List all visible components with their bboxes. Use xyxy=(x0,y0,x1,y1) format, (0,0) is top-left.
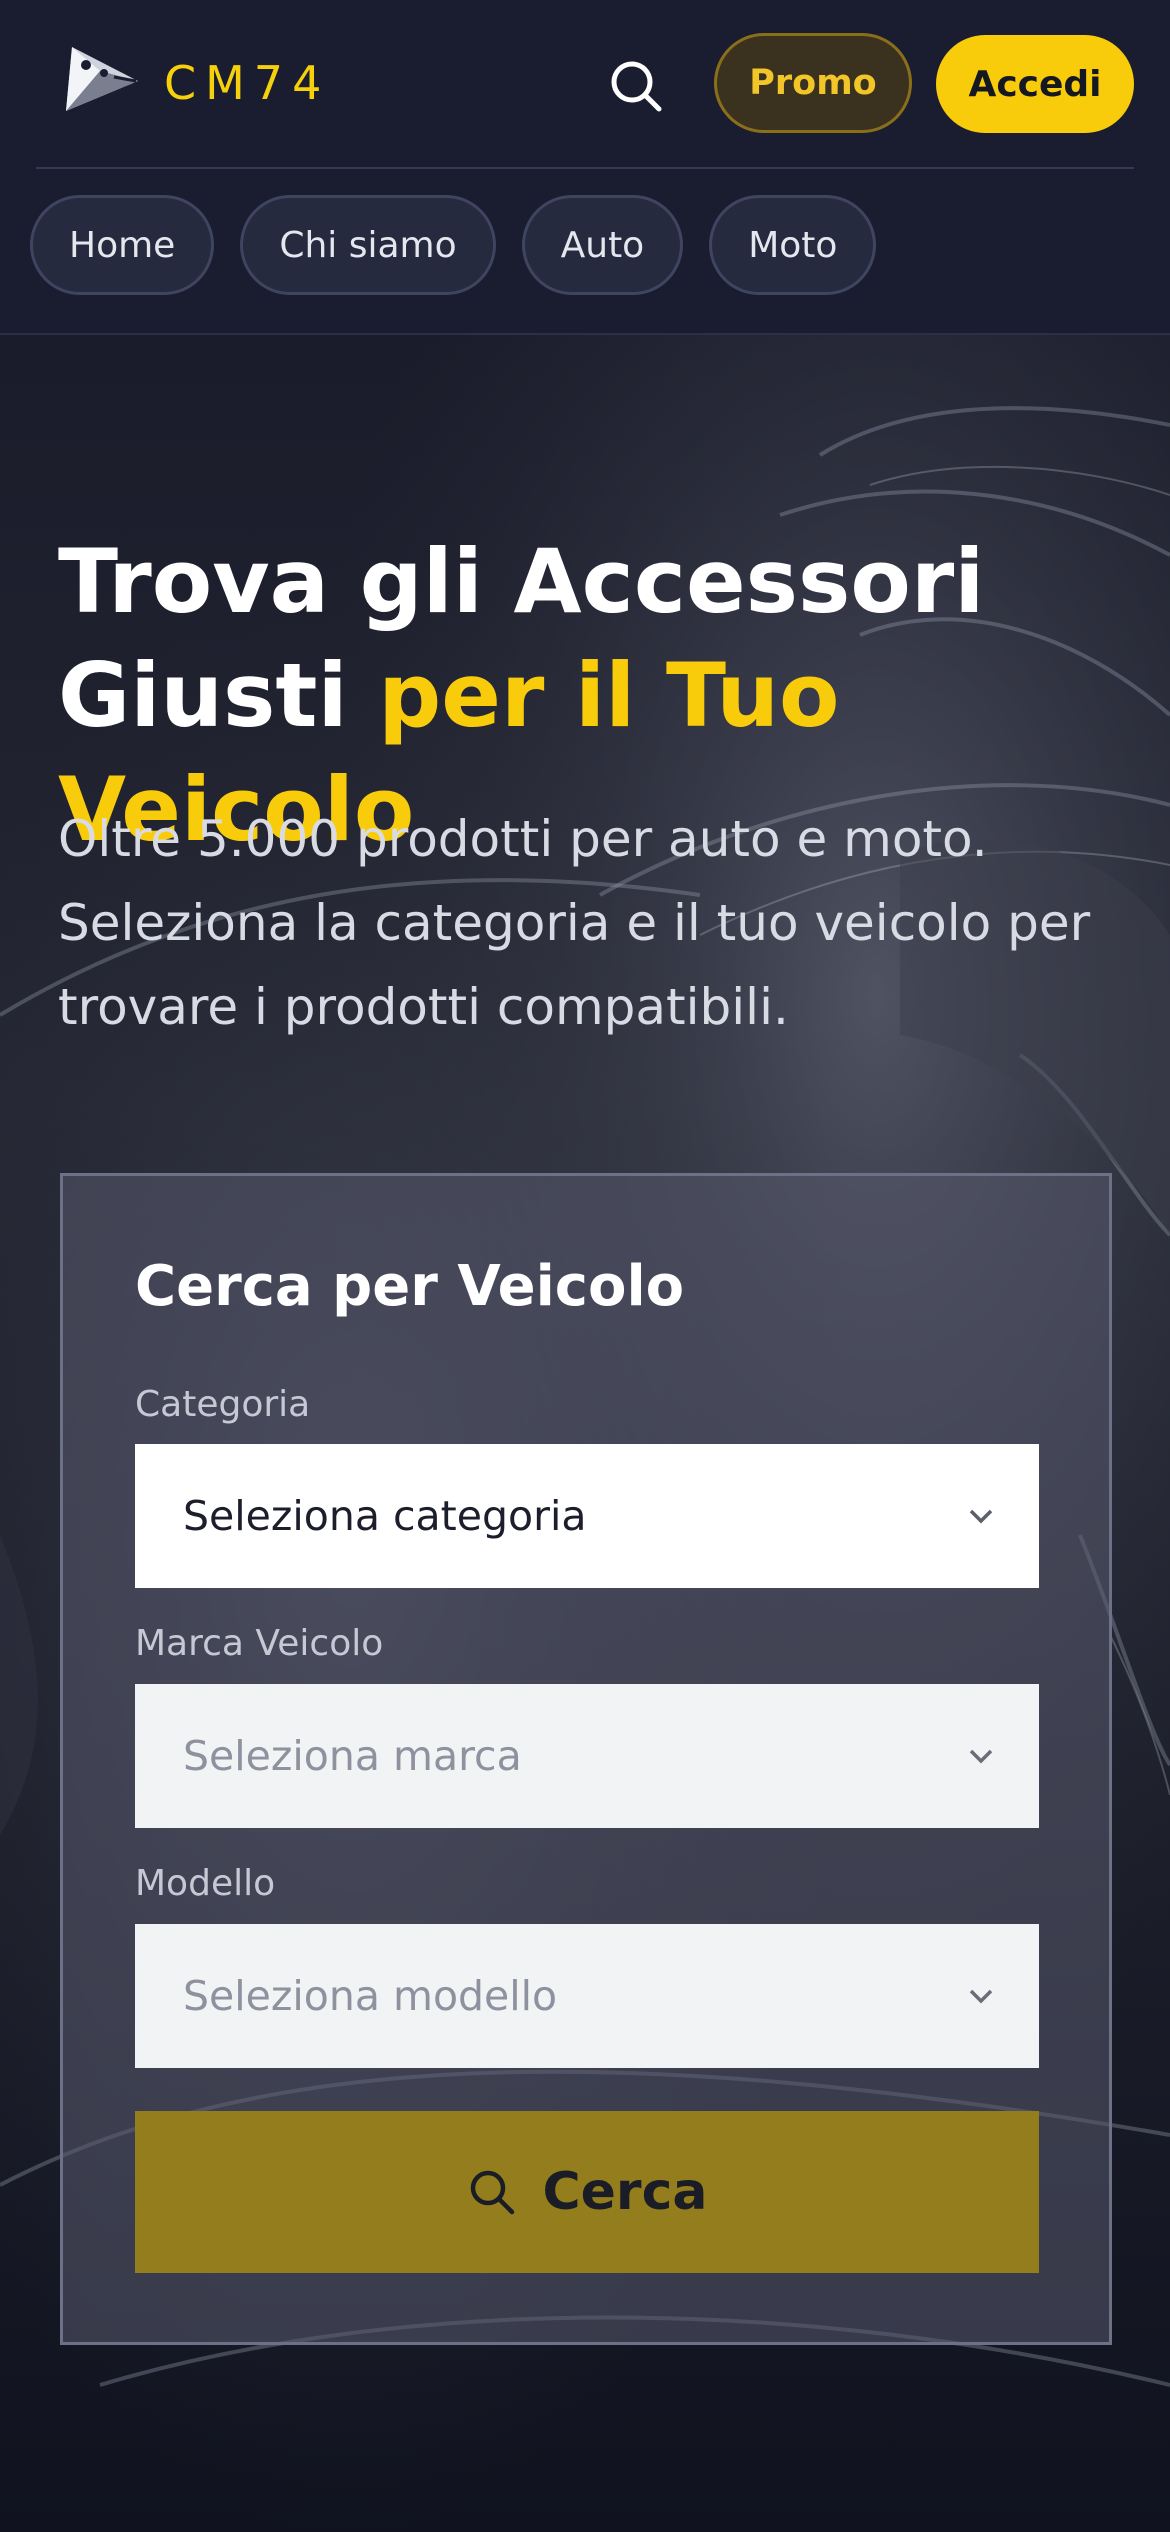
search-icon xyxy=(611,61,662,112)
logo-mark-icon xyxy=(66,47,138,111)
site-header: CM74 Promo Accedi Home Chi siamo Auto Mo… xyxy=(0,0,1170,335)
category-select[interactable]: Seleziona categoria xyxy=(135,1444,1039,1588)
header-divider xyxy=(36,167,1134,169)
page: CM74 Promo Accedi Home Chi siamo Auto Mo… xyxy=(0,0,1170,2532)
nav-item-home[interactable]: Home xyxy=(30,195,215,295)
login-button[interactable]: Accedi xyxy=(936,35,1134,133)
brand-select-value: Seleziona marca xyxy=(183,1732,522,1780)
hero-section: Trova gli Accessori Giusti per il Tuo Ve… xyxy=(0,335,1170,2532)
nav-item-moto[interactable]: Moto xyxy=(709,195,877,295)
brand-label: Marca Veicolo xyxy=(135,1623,384,1664)
vehicle-search-card: Cerca per Veicolo Categoria Seleziona ca… xyxy=(60,1173,1112,2345)
search-submit-button[interactable]: Cerca xyxy=(135,2111,1039,2273)
category-label: Categoria xyxy=(135,1384,311,1425)
search-icon xyxy=(470,2170,514,2215)
chevron-down-icon xyxy=(969,1509,993,1524)
logo[interactable]: CM74 xyxy=(56,38,346,128)
card-title: Cerca per Veicolo xyxy=(135,1254,685,1319)
main-nav: Home Chi siamo Auto Moto xyxy=(30,195,877,297)
logo-text: CM74 xyxy=(164,56,331,110)
nav-item-auto[interactable]: Auto xyxy=(521,195,684,295)
nav-item-chi-siamo[interactable]: Chi siamo xyxy=(240,195,496,295)
category-select-value: Seleziona categoria xyxy=(183,1492,587,1540)
model-select[interactable]: Seleziona modello xyxy=(135,1924,1039,2068)
search-submit-label: Cerca xyxy=(542,2162,708,2222)
promo-button[interactable]: Promo xyxy=(714,33,912,133)
search-button[interactable] xyxy=(598,48,674,124)
hero-title-line2: Giusti xyxy=(58,644,348,747)
top-bar: CM74 Promo Accedi xyxy=(0,0,1170,168)
model-label: Modello xyxy=(135,1863,276,1904)
hero-subtitle: Oltre 5.000 prodotti per auto e moto. Se… xyxy=(58,810,1091,1036)
chevron-down-icon xyxy=(969,1749,993,1764)
chevron-down-icon xyxy=(969,1989,993,2004)
brand-select[interactable]: Seleziona marca xyxy=(135,1684,1039,1828)
hero-title-line1: Trova gli Accessori xyxy=(58,530,985,633)
model-select-value: Seleziona modello xyxy=(183,1972,558,2020)
